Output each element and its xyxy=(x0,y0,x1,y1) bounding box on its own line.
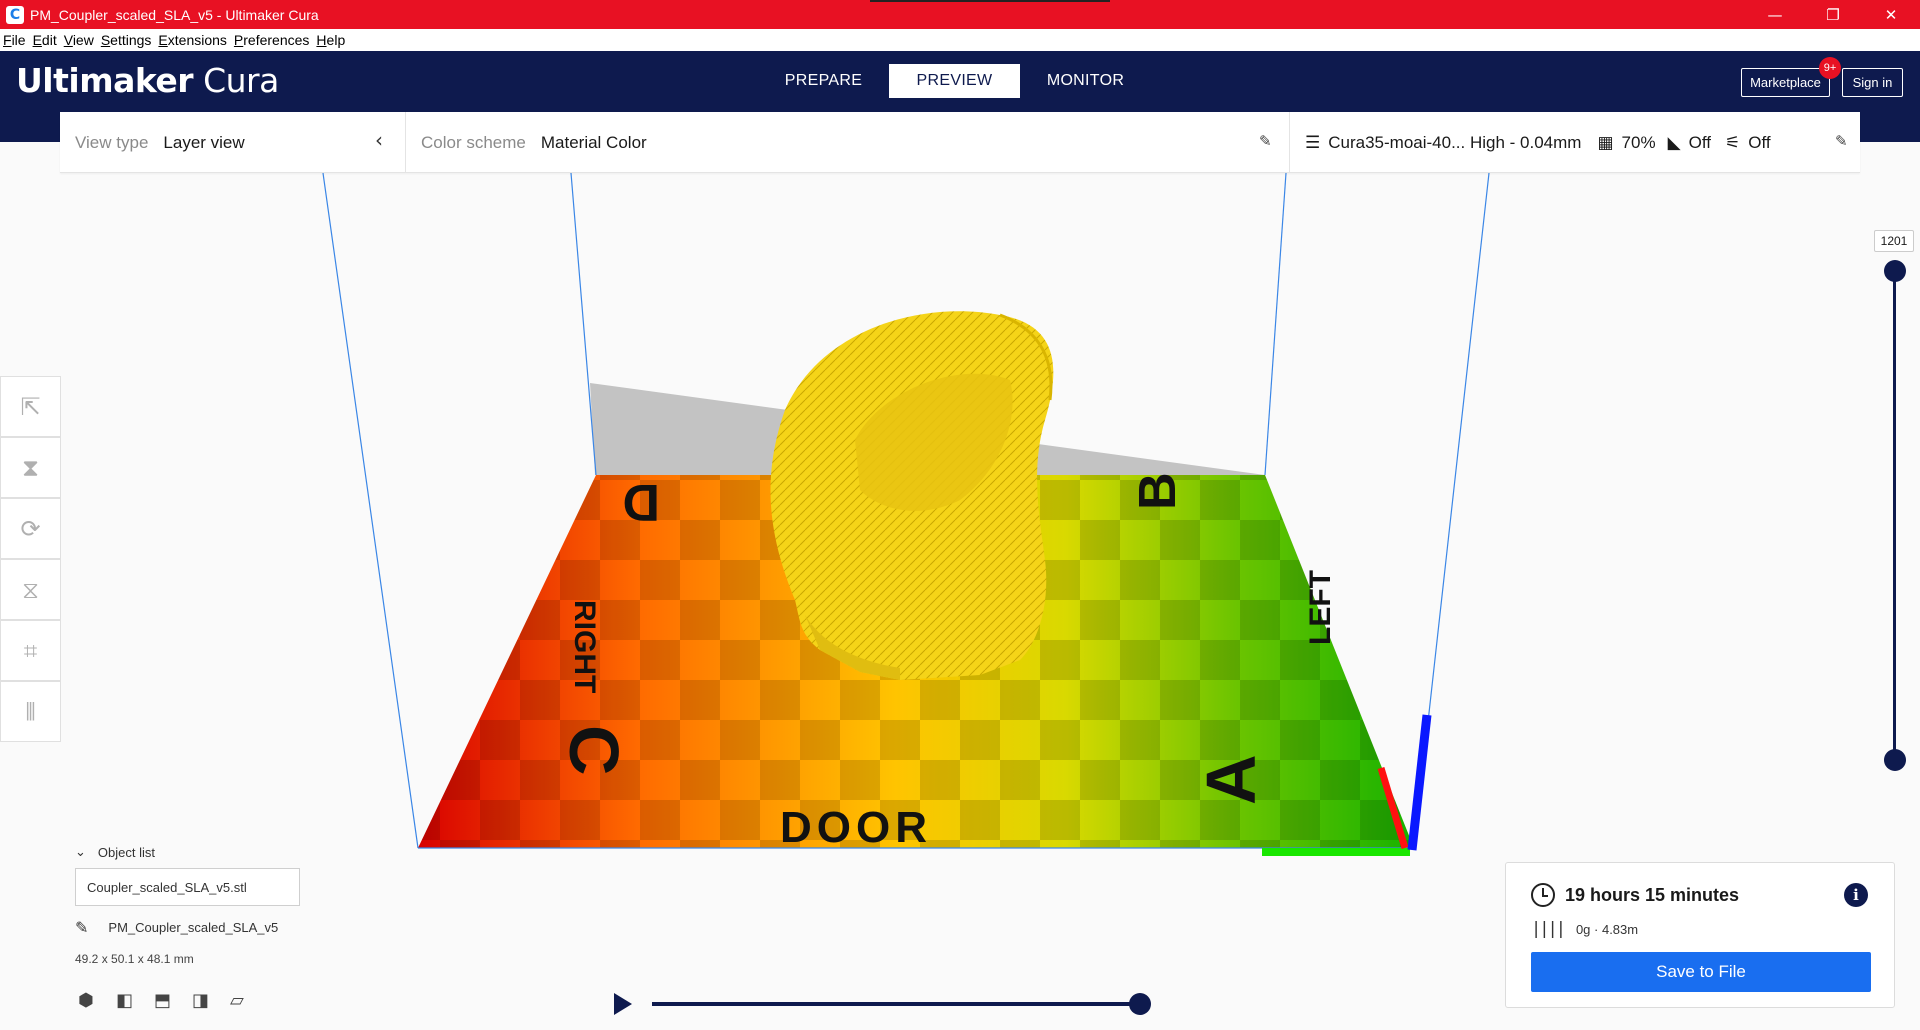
infill-value: 70% xyxy=(1621,132,1656,152)
close-icon[interactable]: ✕ xyxy=(1862,0,1920,29)
sign-in-button[interactable]: Sign in xyxy=(1842,68,1903,97)
tab-monitor[interactable]: MONITOR xyxy=(1020,64,1151,98)
menu-preferences[interactable]: Preferences xyxy=(234,32,310,48)
adhesion-item: ⚟ Off xyxy=(1725,133,1771,153)
job-name: PM_Coupler_scaled_SLA_v5 xyxy=(108,920,279,935)
3d-view-icon[interactable]: ⬢ xyxy=(78,990,116,1011)
right-view-icon[interactable]: ▱ xyxy=(230,990,268,1011)
view-settings-bar: View type Layer view ‹ Color scheme Mate… xyxy=(60,112,1860,173)
print-model[interactable] xyxy=(770,311,1054,680)
plate-label-b: B xyxy=(1129,472,1187,510)
save-to-file-button[interactable]: Save to File xyxy=(1531,952,1871,992)
marketplace-badge: 9+ xyxy=(1819,57,1841,79)
print-time: 19 hours 15 minutes xyxy=(1565,884,1740,905)
print-info-panel: 19 hours 15 minutes i |||| 0g · 4.83m Sa… xyxy=(1505,862,1895,1008)
plate-label-d: D xyxy=(622,473,660,531)
support-blocker-icon[interactable]: ⫴ xyxy=(0,681,61,742)
object-list-header[interactable]: ⌄ Object list xyxy=(75,845,155,860)
front-view-icon[interactable]: ◧ xyxy=(116,990,154,1011)
restore-icon[interactable]: ❐ xyxy=(1804,0,1862,29)
plate-label-door: DOOR xyxy=(780,803,932,852)
job-name-row[interactable]: ✎ PM_Coupler_scaled_SLA_v5 xyxy=(75,918,278,937)
plate-label-c: C xyxy=(555,725,633,776)
plate-label-left: LEFT xyxy=(1304,570,1337,645)
menu-edit[interactable]: Edit xyxy=(33,32,57,48)
chevron-down-icon[interactable]: ⌄ xyxy=(75,845,86,860)
layer-number-field[interactable]: 1201 xyxy=(1874,230,1914,252)
ultimaker-cura-logo: Ultimaker Cura xyxy=(16,61,279,100)
menu-help[interactable]: Help xyxy=(316,32,345,48)
axis-z-indicator xyxy=(1407,714,1432,851)
plate-label-right: RIGHT xyxy=(568,600,601,693)
rotate-tool-icon[interactable]: ⟳ xyxy=(0,498,61,559)
print-time-row: 19 hours 15 minutes xyxy=(1531,883,1739,907)
play-icon[interactable] xyxy=(614,993,632,1015)
edit-settings-pencil-icon[interactable]: ✎ xyxy=(1835,132,1848,150)
logo-light: Cura xyxy=(203,61,279,100)
infill-icon: ▦ xyxy=(1597,132,1614,153)
scale-tool-icon[interactable]: ⧗ xyxy=(0,437,61,498)
chevron-left-icon[interactable]: ‹ xyxy=(375,128,383,152)
window-title: PM_Coupler_scaled_SLA_v5 - Ultimaker Cur… xyxy=(30,6,319,23)
tab-preview[interactable]: PREVIEW xyxy=(889,64,1020,98)
window-controls: — ❐ ✕ xyxy=(1746,0,1920,29)
marketplace-button[interactable]: Marketplace xyxy=(1741,68,1830,97)
camera-view-buttons: ⬢ ◧ ⬒ ◨ ▱ xyxy=(78,990,268,1011)
profile-icon: ☰ xyxy=(1305,132,1321,153)
profile-name: Cura35-moai-40... High - 0.04mm xyxy=(1328,132,1582,152)
profile-item: ☰ Cura35-moai-40... High - 0.04mm xyxy=(1305,133,1581,153)
adhesion-icon: ⚟ xyxy=(1725,132,1741,153)
material-row: |||| 0g · 4.83m xyxy=(1531,919,1638,939)
menu-settings[interactable]: Settings xyxy=(101,32,152,48)
infill-item: ▦ 70% xyxy=(1597,133,1655,153)
per-model-settings-icon[interactable]: ⌗ xyxy=(0,620,61,681)
left-toolbar: ⇱ ⧗ ⟳ ⧖ ⌗ ⫴ xyxy=(0,376,61,742)
pencil-icon[interactable]: ✎ xyxy=(75,918,88,937)
minimize-icon[interactable]: — xyxy=(1746,0,1804,29)
info-icon[interactable]: i xyxy=(1844,883,1868,907)
titlebar-strip xyxy=(870,0,1110,2)
mirror-tool-icon[interactable]: ⧖ xyxy=(0,559,61,620)
support-value: Off xyxy=(1688,132,1712,152)
menu-extensions[interactable]: Extensions xyxy=(158,32,227,48)
move-tool-icon[interactable]: ⇱ xyxy=(0,376,61,437)
support-icon: ◣ xyxy=(1667,132,1681,153)
tab-prepare[interactable]: PREPARE xyxy=(758,64,889,98)
layer-slider-top-handle[interactable] xyxy=(1884,260,1906,282)
object-list-title: Object list xyxy=(97,845,155,860)
view-type-selector[interactable]: View type Layer view xyxy=(75,112,245,173)
color-scheme-value: Material Color xyxy=(540,132,647,152)
adhesion-value: Off xyxy=(1748,132,1771,152)
color-scheme-label: Color scheme xyxy=(421,132,526,152)
divider xyxy=(1289,112,1290,173)
path-slider-handle[interactable] xyxy=(1129,993,1151,1015)
cura-app-icon: C xyxy=(6,5,24,24)
support-item: ◣ Off xyxy=(1668,133,1711,153)
left-view-icon[interactable]: ◨ xyxy=(192,990,230,1011)
material-usage: 0g · 4.83m xyxy=(1575,921,1639,937)
object-list: ⌄ Object list xyxy=(75,845,155,860)
spool-icon: |||| xyxy=(1531,919,1566,939)
stage-tabs: PREPARE PREVIEW MONITOR xyxy=(758,64,1151,98)
layer-slider-track[interactable] xyxy=(1893,270,1896,760)
view-type-value: Layer view xyxy=(163,132,245,152)
window-titlebar: C PM_Coupler_scaled_SLA_v5 - Ultimaker C… xyxy=(0,0,1920,29)
divider xyxy=(405,112,406,173)
edit-pencil-icon[interactable]: ✎ xyxy=(1259,132,1272,150)
clock-icon xyxy=(1531,883,1555,907)
object-dimensions: 49.2 x 50.1 x 48.1 mm xyxy=(75,952,194,966)
menu-file[interactable]: File xyxy=(3,32,26,48)
logo-bold: Ultimaker xyxy=(16,61,194,100)
color-scheme-selector[interactable]: Color scheme Material Color xyxy=(421,112,647,173)
menu-bar: File Edit View Settings Extensions Prefe… xyxy=(0,29,1920,51)
top-view-icon[interactable]: ⬒ xyxy=(154,990,192,1011)
layer-slider-bottom-handle[interactable] xyxy=(1884,749,1906,771)
view-type-label: View type xyxy=(75,132,149,152)
path-slider-track[interactable] xyxy=(652,1002,1140,1006)
plate-label-a: A xyxy=(1192,754,1270,805)
menu-view[interactable]: View xyxy=(64,32,94,48)
object-list-item[interactable]: Coupler_scaled_SLA_v5.stl xyxy=(75,868,300,906)
print-settings-selector[interactable]: ☰ Cura35-moai-40... High - 0.04mm ▦ 70% … xyxy=(1305,112,1771,173)
